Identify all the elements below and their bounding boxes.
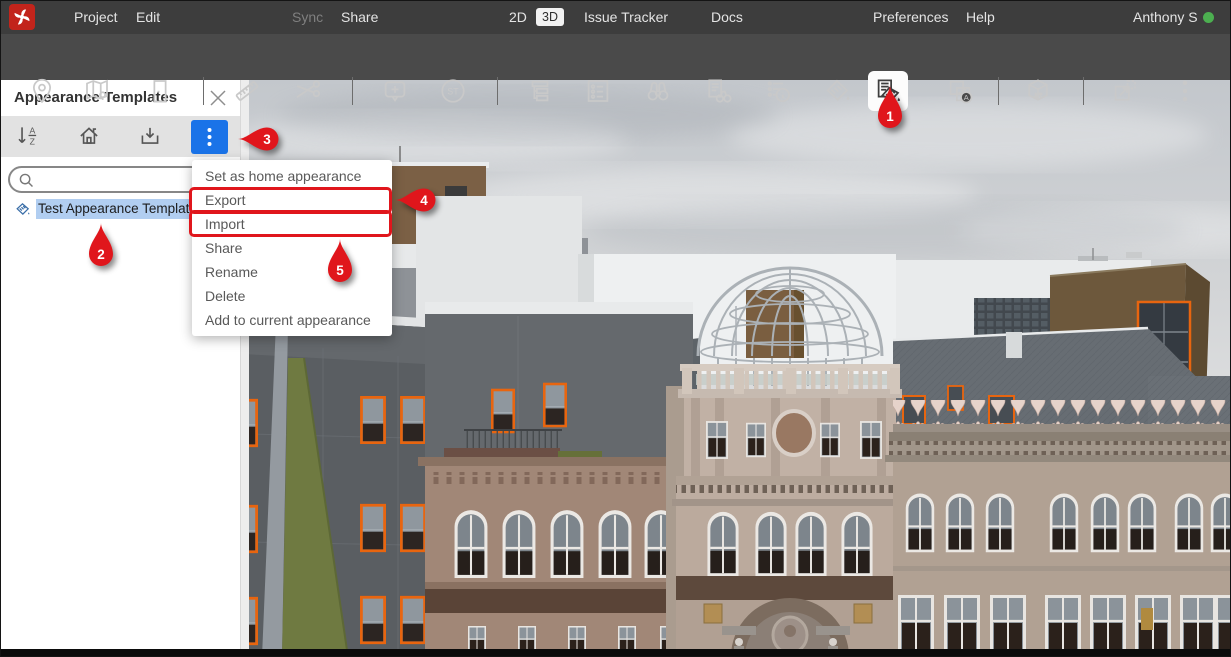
svg-text:Z: Z [30, 137, 36, 147]
step-marker-5: 5 [324, 238, 356, 284]
svg-text:5: 5 [336, 263, 344, 278]
toggle-3d-active[interactable]: 3D [536, 8, 564, 26]
viewpoint-pin-icon[interactable] [27, 76, 57, 106]
svg-text:1: 1 [886, 109, 894, 124]
menu-preferences[interactable]: Preferences [873, 0, 948, 34]
panel-subtoolbar: A Z [0, 116, 240, 157]
svg-text:3: 3 [263, 132, 271, 147]
save-download-icon[interactable] [137, 123, 163, 149]
menu-project[interactable]: Project [74, 0, 118, 34]
template-context-menu: Set as home appearance Export Import Sha… [192, 160, 392, 336]
mauve-building [418, 457, 700, 657]
measure-ruler-icon[interactable] [232, 76, 262, 106]
template-name: Test Appearance Template [36, 199, 196, 219]
menu-sync: Sync [292, 0, 323, 34]
menu-item-export[interactable]: Export [192, 188, 392, 212]
step-marker-4: 4 [394, 185, 438, 215]
appearance-overrides-icon[interactable]: A [945, 76, 975, 106]
search-binoculars-icon[interactable] [643, 76, 673, 106]
user-name[interactable]: Anthony S [1133, 0, 1198, 34]
export-3d-box-icon[interactable] [1023, 76, 1053, 106]
top-menubar: Project Edit Sync Share 2D 3D Issue Trac… [0, 0, 1231, 34]
sheet-list-icon[interactable] [583, 76, 613, 106]
svg-text:A: A [29, 125, 35, 135]
tan-building [885, 400, 1231, 657]
sort-az-icon[interactable]: A Z [15, 123, 41, 149]
user-status-dot [1203, 12, 1214, 23]
close-icon[interactable] [208, 88, 228, 108]
viewport-bottom-edge [0, 649, 1231, 657]
main-toolbar: ST [0, 34, 1231, 80]
map-location-icon[interactable] [82, 76, 112, 106]
add-issue-icon[interactable] [380, 76, 410, 106]
toggle-2d[interactable]: 2D [509, 0, 527, 34]
3d-viewport[interactable] [248, 80, 1231, 657]
svg-text:ST: ST [447, 86, 459, 96]
app-logo[interactable] [9, 4, 35, 30]
panel-more-options-button[interactable] [191, 120, 228, 154]
object-info-icon[interactable] [763, 76, 793, 106]
search-icon [17, 171, 35, 189]
menu-item-share[interactable]: Share [192, 236, 392, 260]
menu-item-add-to-current[interactable]: Add to current appearance [192, 308, 392, 332]
door-icon[interactable] [145, 76, 175, 106]
menu-help[interactable]: Help [966, 0, 995, 34]
menu-item-rename[interactable]: Rename [192, 260, 392, 284]
menu-edit[interactable]: Edit [136, 0, 160, 34]
menu-item-set-home-appearance[interactable]: Set as home appearance [192, 164, 392, 188]
svg-text:2: 2 [97, 247, 105, 262]
menu-item-import[interactable]: Import [192, 212, 392, 236]
paint-bucket-icon[interactable] [822, 76, 852, 106]
3d-scene [248, 80, 1231, 657]
menu-share[interactable]: Share [341, 0, 378, 34]
section-scissors-icon[interactable] [292, 76, 322, 106]
object-tree-icon[interactable] [525, 76, 555, 106]
step-marker-2: 2 [85, 222, 117, 268]
gray-backdrop [425, 302, 693, 466]
menu-item-delete[interactable]: Delete [192, 284, 392, 308]
stamp-icon[interactable]: ST [438, 76, 468, 106]
step-marker-3: 3 [237, 124, 281, 154]
search-sets-icon[interactable] [703, 76, 733, 106]
step-marker-1: 1 [874, 84, 906, 130]
svg-text:4: 4 [420, 193, 428, 208]
menu-docs[interactable]: Docs [711, 0, 743, 34]
expand-view-icon[interactable] [1110, 76, 1140, 106]
menu-issue-tracker[interactable]: Issue Tracker [584, 0, 668, 34]
more-options-icon[interactable] [1170, 76, 1200, 106]
appearance-template-icon [14, 201, 31, 218]
svg-text:A: A [964, 93, 969, 102]
home-appearance-icon[interactable] [76, 123, 102, 149]
